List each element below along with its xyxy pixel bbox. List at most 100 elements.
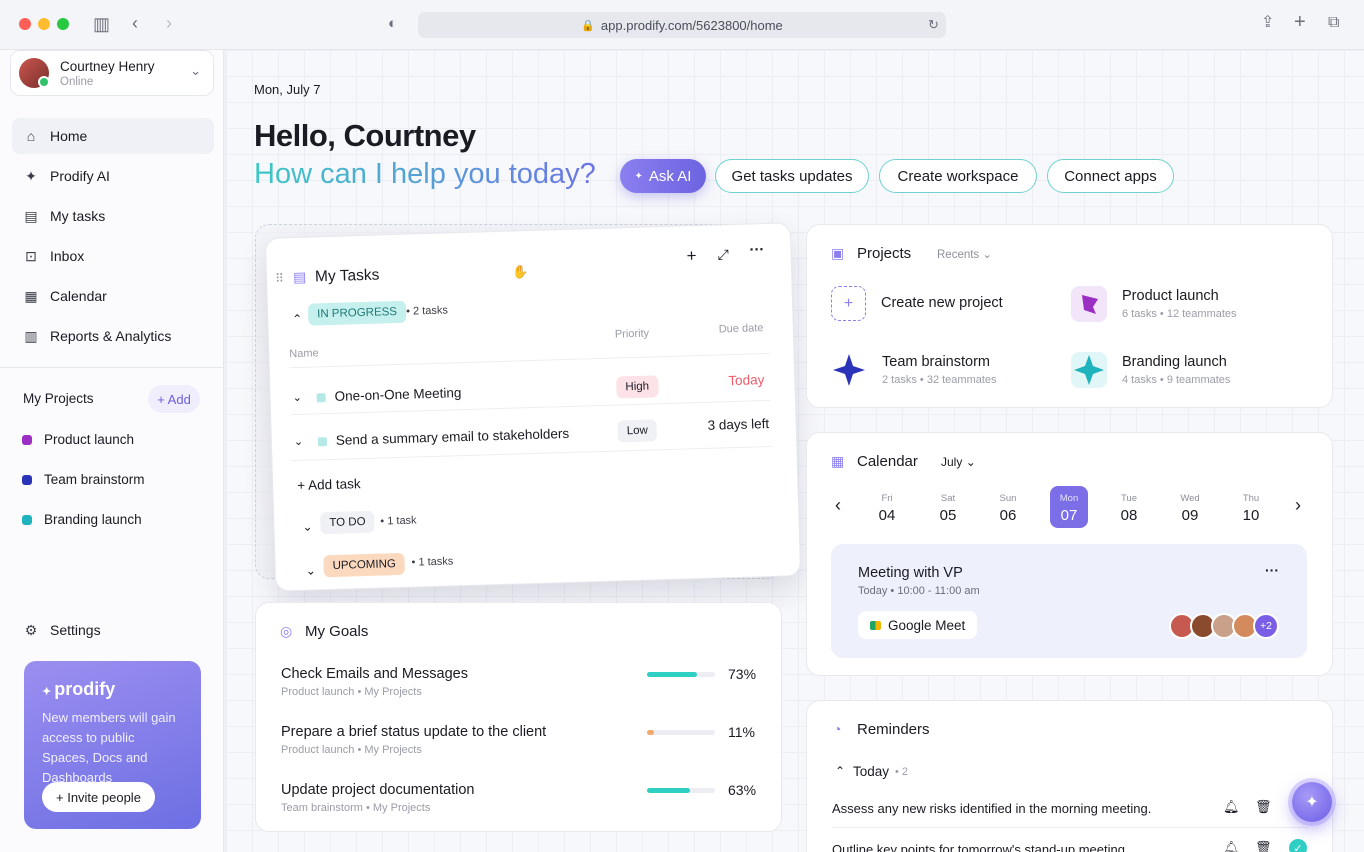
sidebar-item-product-launch[interactable]: Product launch <box>22 432 134 447</box>
sidebar-toggle-icon[interactable]: ▥ <box>93 14 110 34</box>
col-due: Due date <box>718 322 764 336</box>
lock-icon: 🔒 <box>581 19 595 32</box>
invite-people-button[interactable]: + Invite people <box>42 782 155 812</box>
bell-icon[interactable]: 🔔︎ <box>1223 799 1240 815</box>
nav-label: Inbox <box>50 248 85 264</box>
project-item-product-launch[interactable]: Product launch 6 tasks • 12 teammates <box>1071 286 1301 322</box>
add-task-icon[interactable]: + <box>686 246 697 266</box>
event-card[interactable]: Meeting with VP Today • 10:00 - 11:00 am… <box>831 544 1307 658</box>
share-icon[interactable]: ⇪ <box>1261 13 1274 33</box>
chevron-down-icon[interactable]: ⌄ <box>302 520 312 534</box>
project-name: Branding launch <box>1122 354 1227 370</box>
in-progress-tag: IN PROGRESS <box>307 300 407 326</box>
project-color-dot <box>22 474 32 485</box>
reminder-text[interactable]: Outline key points for tomorrow's stand-… <box>832 842 1125 852</box>
reminder-text[interactable]: Assess any new risks identified in the m… <box>832 801 1151 816</box>
back-icon[interactable]: ‹ <box>132 13 138 33</box>
chevron-up-icon[interactable]: ⌃ <box>292 312 302 326</box>
project-item-branding-launch[interactable]: Branding launch 4 tasks • 9 teammates <box>1071 352 1301 388</box>
nav-calendar[interactable]: ▦ Calendar <box>12 278 214 314</box>
my-tasks-card[interactable]: ⠿ ▤ My Tasks + ⤢ ··· ⌃ IN PROGRESS • 2 t… <box>264 222 802 592</box>
chevron-up-icon[interactable]: ⌃ <box>835 764 845 778</box>
task-status-square <box>316 393 326 403</box>
stopwatch-icon: ◔ <box>833 721 842 737</box>
prev-week-icon[interactable]: ‹ <box>835 495 841 516</box>
table-row[interactable]: ⌄ Send a summary email to stakeholders L… <box>292 414 773 458</box>
bell-icon[interactable]: 🔔︎ <box>1223 840 1240 852</box>
greeting-question: How can I help you today? <box>254 158 596 190</box>
more-icon[interactable]: ··· <box>749 241 764 258</box>
sparkle-icon: ✦ <box>1305 794 1319 811</box>
chevron-down-icon[interactable]: ⌄ <box>292 391 302 404</box>
calendar-day[interactable]: Fri 04 <box>868 486 906 528</box>
trash-icon[interactable]: 🗑︎ <box>1255 840 1272 852</box>
nav-my-tasks[interactable]: ▤ My tasks <box>12 198 214 234</box>
my-goals-title: My Goals <box>305 623 369 640</box>
nav-home[interactable]: ⌂ Home <box>12 118 214 154</box>
projects-title: Projects <box>857 245 912 262</box>
address-bar[interactable]: 🔒 app.prodify.com/5623800/home <box>418 12 946 38</box>
drag-handle-icon[interactable]: ⠿ <box>275 271 284 285</box>
chevron-down-icon[interactable]: ⌄ <box>294 435 304 448</box>
next-week-icon[interactable]: › <box>1295 495 1301 516</box>
profile-switcher[interactable]: Courtney Henry Online ⌄ <box>10 50 214 96</box>
tabs-overview-icon[interactable]: ⧉ <box>1328 13 1339 33</box>
create-project-button[interactable]: + Create new project <box>831 286 1061 322</box>
sidebar-item-team-brainstorm[interactable]: Team brainstorm <box>22 472 145 487</box>
trash-icon[interactable]: 🗑︎ <box>1255 799 1272 815</box>
goal-item[interactable]: Prepare a brief status update to the cli… <box>281 724 761 764</box>
connect-apps-button[interactable]: Connect apps <box>1047 159 1174 193</box>
prodify-logo-icon: ✦ <box>42 686 55 698</box>
google-meet-button[interactable]: Google Meet <box>858 611 978 639</box>
calendar-title: Calendar <box>857 453 918 470</box>
calendar-day[interactable]: Thu 10 <box>1232 486 1270 528</box>
nav-reports[interactable]: ▥ Reports & Analytics <box>12 318 214 354</box>
nav-label: Settings <box>50 622 101 638</box>
done-check-icon[interactable]: ✓ <box>1289 839 1307 852</box>
get-tasks-updates-button[interactable]: Get tasks updates <box>715 159 869 193</box>
more-icon[interactable]: ··· <box>1265 562 1279 578</box>
nav-label: Reports & Analytics <box>50 328 172 344</box>
project-logo-icon <box>831 352 867 388</box>
ask-ai-button[interactable]: ✦ Ask AI <box>620 159 706 193</box>
calendar-day[interactable]: Wed 09 <box>1171 486 1209 528</box>
create-workspace-button[interactable]: Create workspace <box>879 159 1037 193</box>
add-task-button[interactable]: + Add task <box>297 476 361 493</box>
month-select[interactable]: July ⌄ <box>941 455 976 469</box>
project-logo-icon <box>1071 352 1107 388</box>
reload-icon[interactable]: ↻ <box>928 15 939 35</box>
add-project-button[interactable]: + Add <box>148 385 200 413</box>
calendar-day[interactable]: Tue 08 <box>1110 486 1148 528</box>
sidebar-item-branding-launch[interactable]: Branding launch <box>22 512 142 527</box>
inbox-icon: ⊡ <box>25 247 37 264</box>
calendar-day[interactable]: Sun 06 <box>989 486 1027 528</box>
avatar <box>19 58 50 88</box>
nav-label: Prodify AI <box>50 168 110 184</box>
chevron-down-icon: ⌄ <box>190 63 201 78</box>
goal-item[interactable]: Update project documentation Team brains… <box>281 782 761 822</box>
forward-icon[interactable]: › <box>166 13 172 33</box>
shield-icon[interactable]: ◐ <box>388 14 397 34</box>
goal-item[interactable]: Check Emails and Messages Product launch… <box>281 666 761 706</box>
project-item-team-brainstorm[interactable]: Team brainstorm 2 tasks • 32 teammates <box>831 352 1061 388</box>
recents-filter[interactable]: Recents ⌄ <box>937 247 992 261</box>
new-tab-icon[interactable]: + <box>1294 12 1306 32</box>
maximize-window-button[interactable] <box>57 18 69 30</box>
minimize-window-button[interactable] <box>38 18 50 30</box>
nav-settings[interactable]: ⚙ Settings <box>12 612 214 648</box>
my-tasks-title: My Tasks <box>314 266 380 286</box>
close-window-button[interactable] <box>19 18 31 30</box>
calendar-day-selected[interactable]: Mon 07 <box>1050 486 1088 528</box>
calendar-day[interactable]: Sat 05 <box>929 486 967 528</box>
attendees[interactable]: +2 <box>1169 613 1279 639</box>
task-name: One-on-One Meeting <box>334 385 462 404</box>
chevron-down-icon[interactable]: ⌄ <box>306 564 316 578</box>
google-meet-icon <box>870 620 881 630</box>
chevron-down-icon: ⌄ <box>982 249 993 261</box>
ai-assistant-button[interactable]: ✦ <box>1292 782 1332 822</box>
project-label: Team brainstorm <box>44 472 145 487</box>
nav-prodify-ai[interactable]: ✦ Prodify AI <box>12 158 214 194</box>
nav-inbox[interactable]: ⊡ Inbox <box>12 238 214 274</box>
project-meta: 4 tasks • 9 teammates <box>1122 374 1231 386</box>
expand-icon[interactable]: ⤢ <box>717 246 729 263</box>
